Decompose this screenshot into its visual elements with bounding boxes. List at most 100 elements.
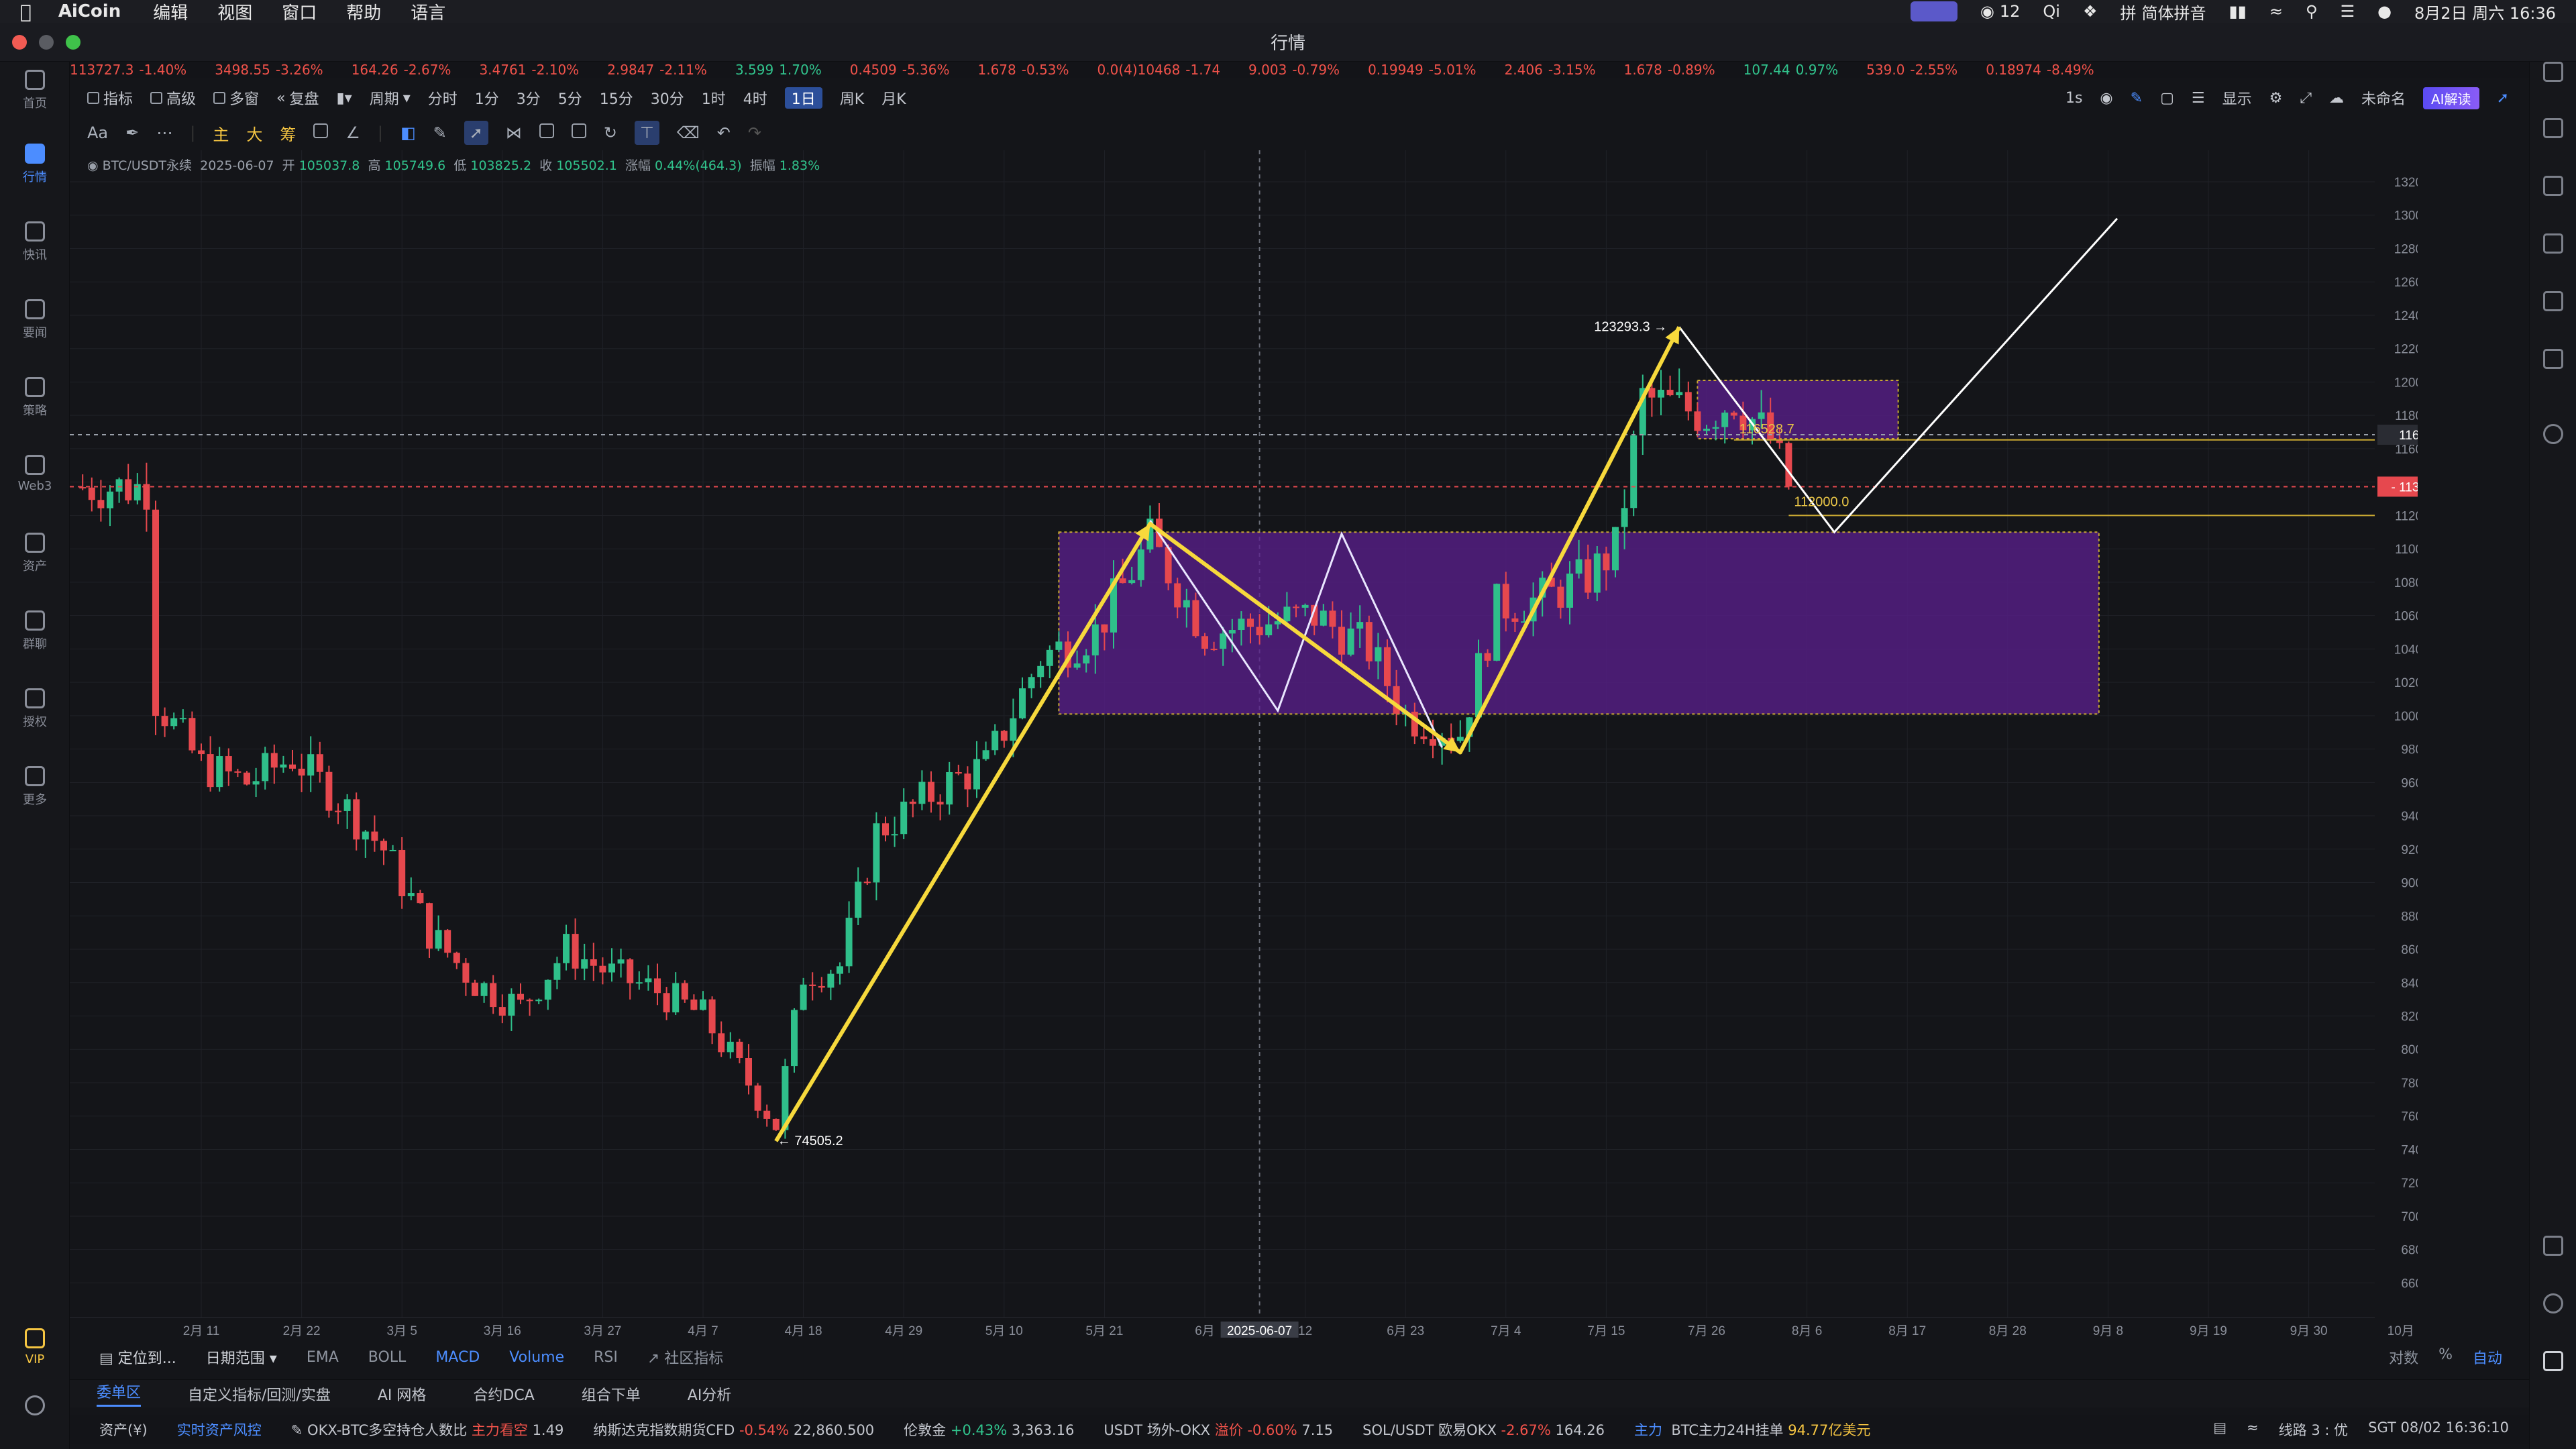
magnet-icon[interactable]: ↻ bbox=[604, 123, 617, 142]
wifi-icon[interactable]: ≈ bbox=[2269, 2, 2283, 21]
keyboard-icon[interactable]: ▤ bbox=[2213, 1419, 2226, 1440]
sidebar-item-assets[interactable]: 资产 bbox=[0, 533, 70, 574]
asset-currency[interactable]: 资产(¥) bbox=[99, 1419, 148, 1440]
sidebar-item-home[interactable]: 首页 bbox=[0, 70, 70, 111]
ticker-item[interactable]: 2.9847 -2.11% bbox=[607, 62, 707, 78]
ticker-item[interactable]: 0.19949 -5.01% bbox=[1368, 62, 1476, 78]
menu-edit[interactable]: 编辑 bbox=[153, 0, 188, 24]
menubar-clock[interactable]: 8月2日 周六 16:36 bbox=[2414, 0, 2556, 23]
status-item[interactable]: ✎ OKX-BTC多空持仓人数比 主力看空 1.49 bbox=[291, 1419, 564, 1440]
timeframe-8[interactable]: 1日 bbox=[784, 87, 822, 109]
chip-button[interactable]: 筹 bbox=[280, 121, 296, 145]
timeframe-4[interactable]: 15分 bbox=[600, 87, 633, 109]
locate-button[interactable]: ▤ 定位到... bbox=[99, 1346, 176, 1368]
more-icon[interactable]: ⋯ bbox=[156, 123, 172, 142]
log-scale-toggle[interactable]: 对数 bbox=[2389, 1346, 2418, 1368]
wechat-tray[interactable]: ◉ 12 bbox=[1980, 2, 2021, 21]
risk-control-link[interactable]: 实时资产风控 bbox=[177, 1419, 262, 1440]
eye-icon[interactable]: ◉ bbox=[87, 158, 99, 173]
chart-type-button[interactable]: ▮▾ bbox=[337, 90, 352, 107]
screenshot-icon[interactable]: ▢ bbox=[2160, 90, 2174, 107]
pencil-icon[interactable]: ✎ bbox=[433, 123, 447, 142]
main-force-info[interactable]: 主力 BTC主力24H挂单 94.77亿美元 bbox=[1634, 1419, 1870, 1440]
sidebar-settings[interactable] bbox=[0, 1395, 70, 1419]
menu-language[interactable]: 语言 bbox=[411, 0, 445, 24]
display-button[interactable]: 显示 bbox=[2222, 87, 2252, 109]
list-icon[interactable]: ☰ bbox=[2192, 90, 2205, 107]
ticker-item[interactable]: 3.599 1.70% bbox=[735, 62, 822, 78]
ticker-item[interactable]: 107.44 0.97% bbox=[1743, 62, 1839, 78]
tab-order-area[interactable]: 委单区 bbox=[97, 1381, 142, 1407]
timeframe-9[interactable]: 周K bbox=[840, 87, 864, 109]
ticker-item[interactable]: 3.4761 -2.10% bbox=[479, 62, 579, 78]
sidebar-item-strategy[interactable]: 策略 bbox=[0, 377, 70, 419]
timeframe-5[interactable]: 30分 bbox=[651, 87, 684, 109]
app-menu[interactable]: AiCoin bbox=[58, 1, 121, 21]
crop-icon[interactable]: ◧ bbox=[400, 123, 416, 142]
robot-icon[interactable] bbox=[2543, 1351, 2563, 1371]
menu-view[interactable]: 视图 bbox=[217, 0, 252, 24]
sidebar-item-web3[interactable]: Web3 bbox=[0, 455, 70, 493]
battery-icon[interactable]: ▮▮ bbox=[2229, 2, 2246, 21]
settings-icon[interactable]: ⚙ bbox=[2269, 90, 2283, 107]
clipboard-icon[interactable] bbox=[539, 123, 554, 142]
sidebar-item-more[interactable]: 更多 bbox=[0, 766, 70, 808]
timeframe-10[interactable]: 月K bbox=[881, 87, 906, 109]
font-tool[interactable]: Aa bbox=[87, 123, 108, 142]
close-icon[interactable] bbox=[12, 35, 27, 50]
ticker-item[interactable]: 164.26 -2.67% bbox=[352, 62, 451, 78]
ticker-item[interactable]: 1.678 -0.53% bbox=[978, 62, 1069, 78]
monitor-icon[interactable] bbox=[2543, 291, 2563, 311]
line-tool-icon[interactable]: ➚ bbox=[464, 121, 488, 145]
price-chart[interactable]: 123293.3 → ← 74505.2 116528.7 112000.0 6600… bbox=[70, 150, 2418, 1338]
pattern-icon[interactable]: ⋈ bbox=[506, 123, 522, 142]
network-icon[interactable]: ≈ bbox=[2247, 1419, 2259, 1440]
indicator-boll[interactable]: BOLL bbox=[368, 1349, 407, 1366]
ticker-item[interactable]: 539.0 -2.55% bbox=[1866, 62, 1957, 78]
indicator-macd[interactable]: MACD bbox=[435, 1349, 480, 1366]
siri-icon[interactable]: ● bbox=[2377, 2, 2392, 21]
tab-ai-grid[interactable]: AI 网格 bbox=[378, 1383, 427, 1405]
sidebar-item-market[interactable]: 行情 bbox=[0, 144, 70, 185]
interval-label[interactable]: 1s bbox=[2065, 90, 2082, 107]
support-icon[interactable] bbox=[2543, 1293, 2563, 1313]
indicator-button[interactable]: 指标 bbox=[87, 87, 133, 109]
sidebar-item-auth[interactable]: 授权 bbox=[0, 688, 70, 730]
share-icon[interactable]: ➚ bbox=[2497, 90, 2509, 107]
menu-help[interactable]: 帮助 bbox=[346, 0, 381, 24]
edit-icon[interactable] bbox=[571, 123, 586, 142]
control-center-icon[interactable]: ☰ bbox=[2341, 2, 2355, 21]
ticker-item[interactable]: 1.678 -0.89% bbox=[1624, 62, 1715, 78]
line-status[interactable]: 线路 3 : 优 bbox=[2279, 1419, 2348, 1440]
auto-scale-toggle[interactable]: 自动 bbox=[2473, 1346, 2502, 1368]
timeframe-1[interactable]: 1分 bbox=[475, 87, 499, 109]
orderbook-icon[interactable] bbox=[2543, 118, 2563, 138]
fullscreen-icon[interactable]: ⤢ bbox=[2300, 90, 2312, 107]
tab-custom-indicator[interactable]: 自定义指标/回测/实盘 bbox=[188, 1383, 331, 1405]
tab-combo-order[interactable]: 组合下单 bbox=[582, 1383, 641, 1405]
qi-icon[interactable]: Qi bbox=[2043, 2, 2060, 21]
ticker-item[interactable]: 9.003 -0.79% bbox=[1248, 62, 1340, 78]
indicator-volume[interactable]: Volume bbox=[509, 1349, 564, 1366]
expand-icon[interactable] bbox=[2543, 62, 2563, 82]
community-indicator-button[interactable]: ↗ 社区指标 bbox=[647, 1346, 723, 1368]
big-order-button[interactable]: 大 bbox=[246, 121, 262, 145]
advanced-button[interactable]: 高级 bbox=[150, 87, 196, 109]
trash-icon[interactable]: ⌫ bbox=[677, 123, 700, 142]
sync-icon[interactable] bbox=[2543, 424, 2563, 444]
sidebar-item-chat[interactable]: 群聊 bbox=[0, 610, 70, 652]
menu-window[interactable]: 窗口 bbox=[282, 0, 317, 24]
ticker-item[interactable]: 3498.55 -3.26% bbox=[215, 62, 323, 78]
status-item[interactable]: USDT 场外-OKX 溢价 -0.60% 7.15 bbox=[1104, 1419, 1333, 1440]
ai-interpret-button[interactable]: AI解读 bbox=[2422, 87, 2479, 109]
redo-icon[interactable]: ↷ bbox=[748, 123, 761, 142]
date-range-button[interactable]: 日期范围 ▾ bbox=[206, 1346, 277, 1368]
sidebar-item-vip[interactable]: VIP bbox=[0, 1328, 70, 1366]
timeframe-0[interactable]: 分时 bbox=[428, 87, 458, 109]
layout-name[interactable]: 未命名 bbox=[2361, 87, 2406, 109]
spotlight-icon[interactable]: ⚲ bbox=[2306, 2, 2318, 21]
apple-icon[interactable]:  bbox=[20, 1, 32, 23]
undo-icon[interactable]: ↶ bbox=[717, 123, 731, 142]
layout-icon[interactable] bbox=[2543, 1236, 2563, 1256]
sidebar-item-flash[interactable]: 快讯 bbox=[0, 221, 70, 263]
